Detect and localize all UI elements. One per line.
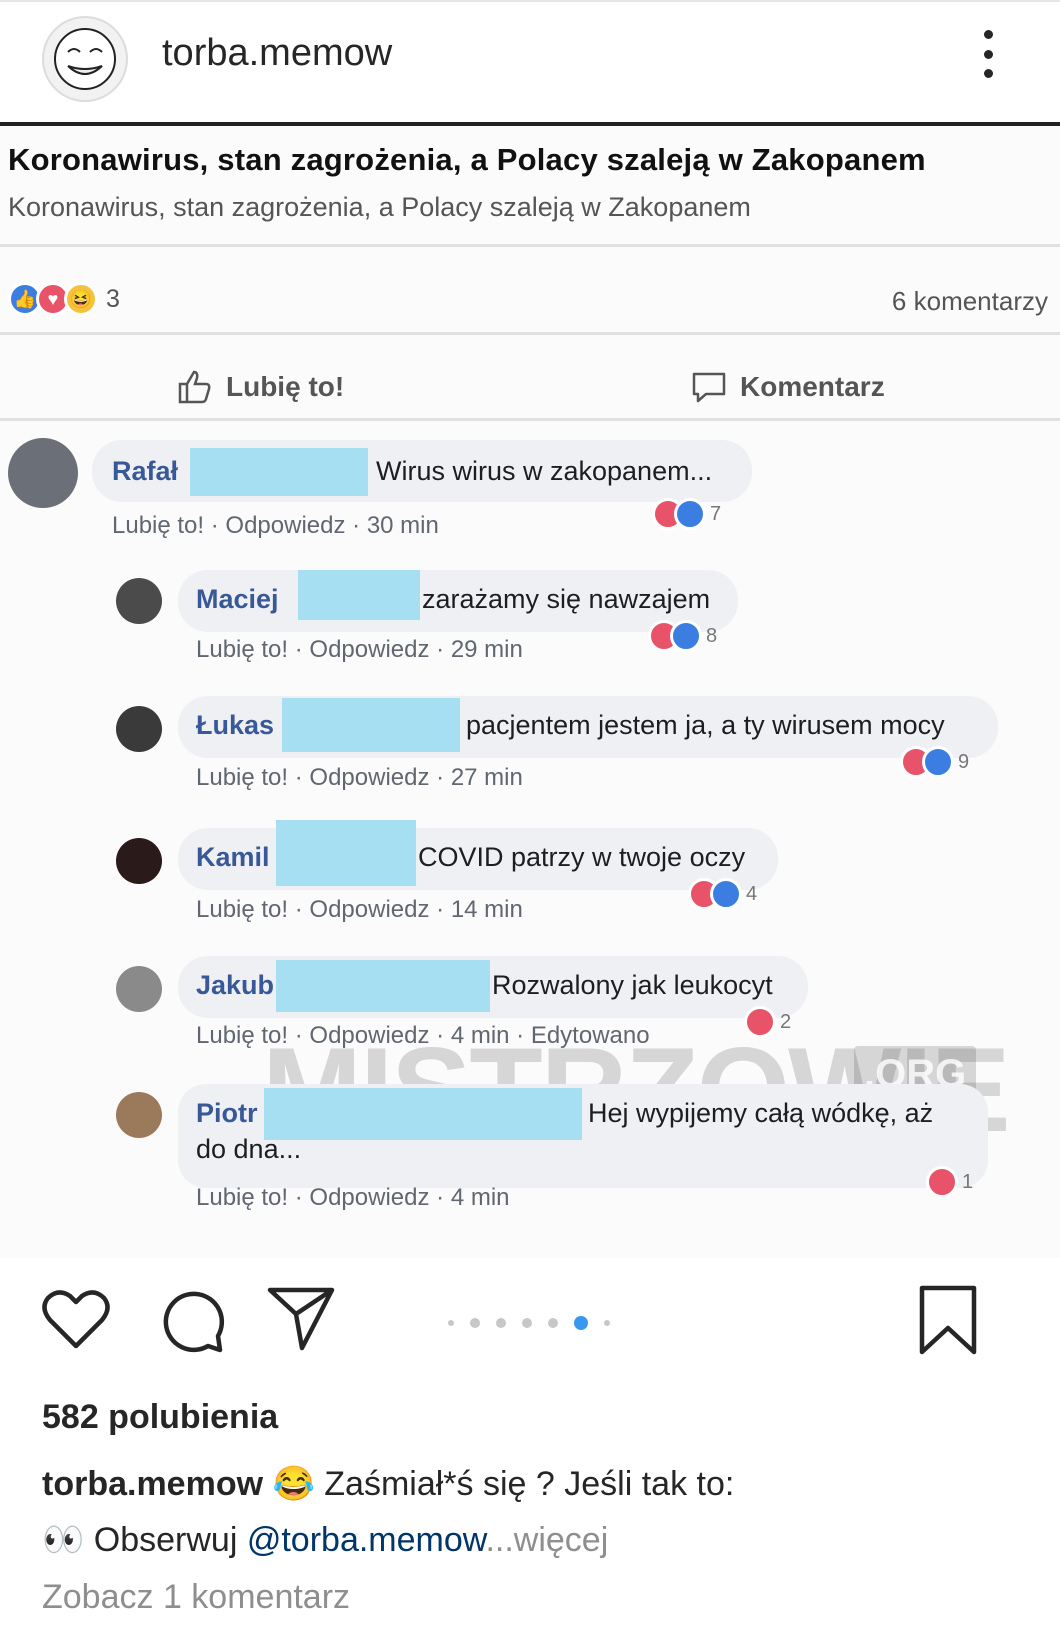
comment-reactions: 8 bbox=[648, 620, 717, 652]
divider bbox=[0, 244, 1060, 247]
comment-author: Maciej bbox=[196, 584, 279, 614]
comment-text: Hej wypijemy całą wódkę, aż bbox=[588, 1098, 934, 1128]
thumbs-up-icon bbox=[178, 370, 211, 404]
comment-text: pacjentem jestem ja, a ty wirusem mocy bbox=[466, 710, 945, 740]
comment-action: Komentarz bbox=[690, 368, 885, 406]
divider bbox=[0, 332, 1060, 335]
divider bbox=[0, 418, 1060, 421]
haha-reaction-icon: 😆 bbox=[64, 282, 98, 316]
bookmark-icon[interactable] bbox=[918, 1284, 978, 1356]
carousel-indicator bbox=[440, 1316, 618, 1330]
avatar[interactable] bbox=[42, 16, 128, 102]
comment-reactions: 9 bbox=[900, 746, 969, 778]
comment-text: zarażamy się nawzajem bbox=[422, 584, 711, 614]
comments-count: 6 komentarzy bbox=[891, 286, 1048, 316]
redaction bbox=[276, 960, 490, 1012]
avatar bbox=[116, 1092, 162, 1138]
caption-mention[interactable]: @torba.memow bbox=[247, 1521, 486, 1559]
caption-text-2: Obserwuj bbox=[84, 1521, 247, 1559]
comment-author: Rafał bbox=[112, 456, 179, 486]
caption-username[interactable]: torba.memow bbox=[42, 1465, 263, 1503]
redaction bbox=[264, 1088, 582, 1140]
comment-reactions: 1 bbox=[926, 1166, 973, 1198]
redaction bbox=[282, 698, 460, 752]
post-image: Koronawirus, stan zagrożenia, a Polacy s… bbox=[0, 122, 1060, 1258]
comment-meta: Lubię to! · Odpowiedz · 4 min bbox=[196, 1184, 510, 1211]
avatar bbox=[116, 706, 162, 752]
post-header: torba.memow bbox=[0, 0, 1060, 110]
comment-action-label: Komentarz bbox=[740, 371, 885, 402]
caption-text: Zaśmiał*ś się ? Jeśli tak to: bbox=[314, 1465, 735, 1503]
avatar bbox=[116, 578, 162, 624]
like-action-label: Lubię to! bbox=[226, 371, 345, 402]
more-link[interactable]: ...więcej bbox=[485, 1521, 608, 1559]
caption: torba.memow 😂 Zaśmiał*ś się ? Jeśli tak … bbox=[42, 1456, 1032, 1568]
more-vertical-icon[interactable] bbox=[968, 24, 1008, 84]
comment-meta: Lubię to! · Odpowiedz · 30 min bbox=[112, 512, 439, 539]
comment-meta: Lubię to! · Odpowiedz · 29 min bbox=[196, 636, 523, 663]
comment-author: Jakub bbox=[196, 970, 275, 1000]
reactions-summary: 👍 ♥ 😆 3 bbox=[8, 282, 120, 316]
comment-author: Łukas bbox=[196, 710, 275, 740]
redaction bbox=[276, 820, 416, 886]
redaction bbox=[190, 448, 368, 496]
reaction-count: 3 bbox=[106, 284, 120, 313]
comment-text: Wirus wirus w zakopanem... bbox=[376, 456, 713, 486]
comment-bubble-icon bbox=[692, 372, 726, 403]
post-action-bar bbox=[0, 1258, 1060, 1368]
article-subtitle: Koronawirus, stan zagrożenia, a Polacy s… bbox=[8, 192, 751, 222]
comment-reactions: 4 bbox=[688, 878, 757, 910]
username[interactable]: torba.memow bbox=[162, 32, 392, 75]
comment-author: Kamil bbox=[196, 842, 270, 872]
comment-meta: Lubię to! · Odpowiedz · 14 min bbox=[196, 896, 523, 923]
redaction bbox=[298, 570, 420, 620]
avatar bbox=[8, 438, 78, 508]
article-title: Koronawirus, stan zagrożenia, a Polacy s… bbox=[8, 142, 926, 177]
like-action: Lubię to! bbox=[176, 368, 344, 406]
eyes-emoji: 👀 bbox=[42, 1521, 85, 1559]
troll-face-icon bbox=[54, 28, 116, 90]
heart-icon[interactable] bbox=[40, 1286, 112, 1352]
avatar bbox=[116, 966, 162, 1012]
view-comments-link[interactable]: Zobacz 1 komentarz bbox=[42, 1578, 350, 1617]
avatar bbox=[116, 838, 162, 884]
comment-author: Piotr bbox=[196, 1098, 258, 1128]
comment-text: COVID patrzy w twoje oczy bbox=[418, 842, 746, 872]
comment-icon[interactable] bbox=[158, 1286, 226, 1354]
likes-count[interactable]: 582 polubienia bbox=[42, 1398, 278, 1437]
laughing-emoji: 😂 bbox=[272, 1465, 315, 1503]
comment-text-continued: do dna... bbox=[196, 1134, 302, 1164]
comment-text: Rozwalony jak leukocyt bbox=[492, 970, 773, 1000]
comment-meta: Lubię to! · Odpowiedz · 27 min bbox=[196, 764, 523, 791]
comment-reactions: 7 bbox=[652, 498, 721, 530]
send-icon[interactable] bbox=[266, 1284, 336, 1352]
